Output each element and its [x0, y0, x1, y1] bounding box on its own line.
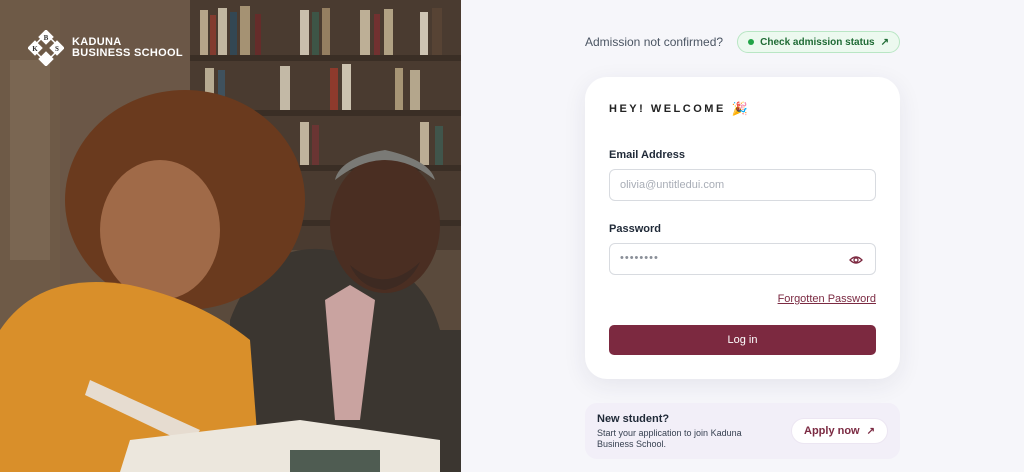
email-label: Email Address: [609, 149, 686, 161]
welcome-text: HEY! WELCOME: [609, 103, 726, 115]
email-input[interactable]: [609, 169, 876, 201]
crest-letter-b: B: [44, 34, 49, 42]
school-name-line2: BUSINESS SCHOOL: [72, 47, 183, 59]
check-admission-status-button[interactable]: Check admission status ↗: [737, 31, 900, 53]
crest-letter-k: K: [32, 45, 38, 53]
hero-image: B K S KADUNA BUSINESS SCHOOL: [0, 0, 461, 472]
apply-now-button[interactable]: Apply now ↗: [791, 418, 888, 444]
apply-now-label: Apply now: [804, 425, 860, 437]
login-card: HEY! WELCOME 🎉 Email Address Password ••…: [585, 77, 900, 379]
diamond-crest-icon: B K S: [28, 30, 64, 66]
library-scene-illustration: [0, 0, 461, 472]
arrow-up-right-icon: ↗: [880, 36, 889, 48]
admission-status-row: Admission not confirmed? Check admission…: [585, 30, 900, 54]
new-student-description: Start your application to join Kaduna Bu…: [597, 428, 742, 449]
school-logo[interactable]: B K S KADUNA BUSINESS SCHOOL: [28, 30, 183, 66]
welcome-heading: HEY! WELCOME 🎉: [609, 101, 876, 117]
password-label: Password: [609, 223, 661, 235]
check-admission-status-label: Check admission status: [760, 36, 875, 48]
login-button[interactable]: Log in: [609, 325, 876, 355]
admission-question: Admission not confirmed?: [585, 35, 724, 49]
eye-icon[interactable]: [849, 254, 863, 266]
party-popper-icon: 🎉: [731, 101, 748, 116]
status-dot-icon: [748, 39, 755, 45]
new-student-card: New student? Start your application to j…: [585, 403, 900, 459]
password-value: ••••••••: [620, 252, 659, 264]
password-input[interactable]: ••••••••: [609, 243, 876, 275]
crest-letter-s: S: [55, 45, 59, 53]
arrow-up-right-icon: ↗: [866, 425, 875, 437]
forgotten-password-link[interactable]: Forgotten Password: [778, 293, 876, 305]
school-name: KADUNA BUSINESS SCHOOL: [72, 37, 183, 59]
